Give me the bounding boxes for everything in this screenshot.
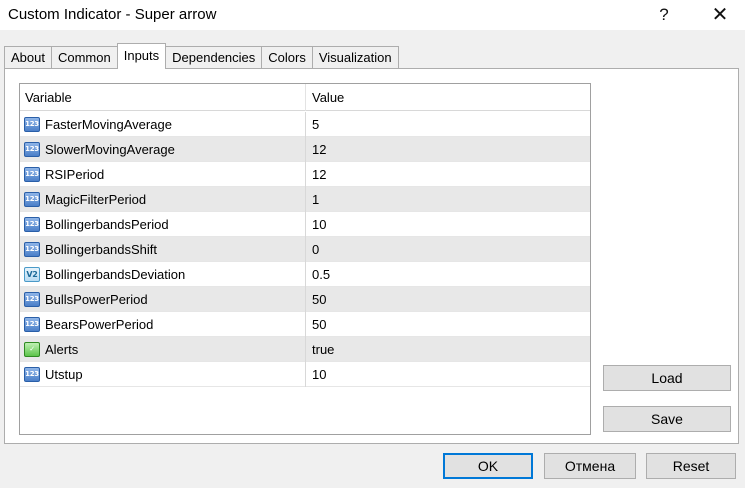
table-row[interactable]: 123 BearsPowerPeriod 50: [20, 312, 590, 337]
value-cell[interactable]: 50: [306, 312, 590, 337]
table-row[interactable]: 123 RSIPeriod 12: [20, 162, 590, 187]
inputs-table: Variable Value 123 FasterMovingAverage 5 12…: [19, 83, 591, 435]
variable-cell: V2 BollingerbandsDeviation: [20, 262, 306, 287]
value-cell[interactable]: 0.5: [306, 262, 590, 287]
tab-about[interactable]: About: [4, 46, 52, 69]
table-row[interactable]: 123 BullsPowerPeriod 50: [20, 287, 590, 312]
variable-cell: 123 BearsPowerPeriod: [20, 312, 306, 337]
variable-cell: 123 SlowerMovingAverage: [20, 137, 306, 162]
variable-cell: 123 BullsPowerPeriod: [20, 287, 306, 312]
title-bar[interactable]: Custom Indicator - Super arrow ? ✕: [0, 0, 745, 30]
int-icon: 123: [24, 192, 40, 207]
variable-name: MagicFilterPeriod: [45, 192, 147, 207]
int-icon: 123: [24, 367, 40, 382]
value-cell[interactable]: 5: [306, 112, 590, 137]
table-row[interactable]: 123 BollingerbandsShift 0: [20, 237, 590, 262]
column-header-variable[interactable]: Variable: [20, 84, 306, 111]
tab-common[interactable]: Common: [50, 46, 118, 69]
value-cell[interactable]: true: [306, 337, 590, 362]
tab-strip: About Common Inputs Dependencies Colors …: [4, 43, 399, 69]
value-cell[interactable]: 10: [306, 362, 590, 387]
variable-name: Utstup: [45, 367, 83, 382]
bool-icon: ✓: [24, 342, 40, 357]
variable-name: SlowerMovingAverage: [45, 142, 175, 157]
load-button[interactable]: Load: [603, 365, 731, 391]
variable-cell: 123 BollingerbandsShift: [20, 237, 306, 262]
custom-indicator-dialog: Custom Indicator - Super arrow ? ✕ About…: [0, 0, 745, 488]
table-row[interactable]: 123 FasterMovingAverage 5: [20, 112, 590, 137]
variable-name: BollingerbandsDeviation: [45, 267, 186, 282]
save-button[interactable]: Save: [603, 406, 731, 432]
int-icon: 123: [24, 142, 40, 157]
value-cell[interactable]: 0: [306, 237, 590, 262]
variable-cell: 123 MagicFilterPeriod: [20, 187, 306, 212]
inputs-panel: Variable Value 123 FasterMovingAverage 5 12…: [4, 68, 739, 444]
int-icon: 123: [24, 292, 40, 307]
table-header: Variable Value: [20, 84, 590, 111]
int-icon: 123: [24, 242, 40, 257]
ok-button[interactable]: OK: [443, 453, 533, 479]
table-row[interactable]: 123 SlowerMovingAverage 12: [20, 137, 590, 162]
int-icon: 123: [24, 117, 40, 132]
variable-cell: 123 Utstup: [20, 362, 306, 387]
cancel-button[interactable]: Отмена: [544, 453, 636, 479]
value-cell[interactable]: 10: [306, 212, 590, 237]
value-cell[interactable]: 12: [306, 162, 590, 187]
double-icon: V2: [24, 267, 40, 282]
variable-name: BearsPowerPeriod: [45, 317, 154, 332]
variable-name: BullsPowerPeriod: [45, 292, 148, 307]
tab-dependencies[interactable]: Dependencies: [165, 46, 263, 69]
help-icon[interactable]: ?: [652, 2, 676, 28]
value-cell[interactable]: 50: [306, 287, 590, 312]
table-row[interactable]: 123 MagicFilterPeriod 1: [20, 187, 590, 212]
variable-name: Alerts: [45, 342, 79, 357]
table-row[interactable]: 123 Utstup 10: [20, 362, 590, 387]
window-title: Custom Indicator - Super arrow: [8, 6, 217, 23]
table-row[interactable]: ✓ Alerts true: [20, 337, 590, 362]
variable-cell: 123 RSIPeriod: [20, 162, 306, 187]
table-row[interactable]: V2 BollingerbandsDeviation 0.5: [20, 262, 590, 287]
int-icon: 123: [24, 317, 40, 332]
variable-name: BollingerbandsPeriod: [45, 217, 169, 232]
variable-cell: 123 FasterMovingAverage: [20, 112, 306, 137]
variable-name: FasterMovingAverage: [45, 117, 172, 132]
value-cell[interactable]: 1: [306, 187, 590, 212]
close-icon[interactable]: ✕: [706, 2, 734, 28]
table-body: 123 FasterMovingAverage 5 123 SlowerMovingAv…: [20, 112, 590, 387]
tab-visualization[interactable]: Visualization: [311, 46, 399, 69]
value-cell[interactable]: 12: [306, 137, 590, 162]
tab-inputs[interactable]: Inputs: [116, 43, 167, 69]
reset-button[interactable]: Reset: [646, 453, 736, 479]
variable-cell: ✓ Alerts: [20, 337, 306, 362]
tab-colors[interactable]: Colors: [261, 46, 313, 69]
int-icon: 123: [24, 217, 40, 232]
column-header-value[interactable]: Value: [306, 84, 590, 111]
variable-cell: 123 BollingerbandsPeriod: [20, 212, 306, 237]
variable-name: RSIPeriod: [45, 167, 105, 182]
variable-name: BollingerbandsShift: [45, 242, 158, 257]
int-icon: 123: [24, 167, 40, 182]
table-row[interactable]: 123 BollingerbandsPeriod 10: [20, 212, 590, 237]
